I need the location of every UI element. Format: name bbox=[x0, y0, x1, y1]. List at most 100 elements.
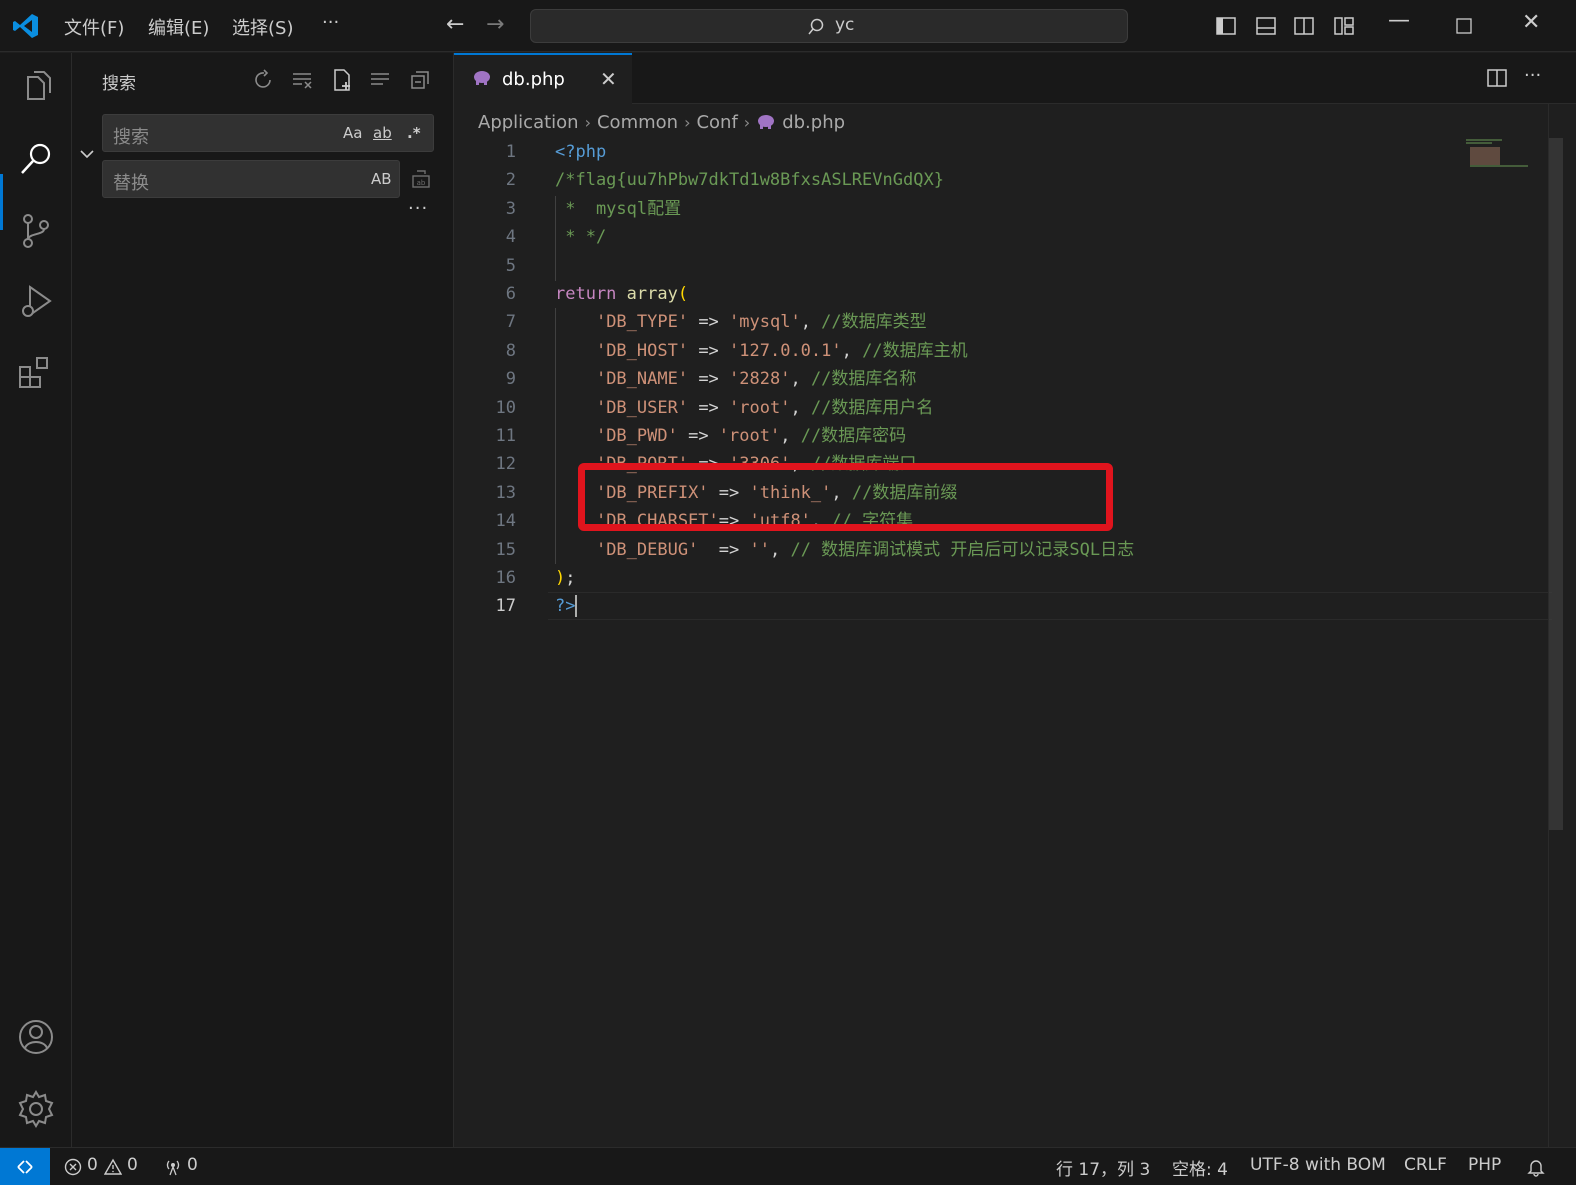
tab-db-php[interactable]: db.php ✕ bbox=[454, 53, 632, 104]
search-icon[interactable] bbox=[16, 139, 56, 179]
code-line[interactable]: 9 'DB_NAME' => '2828', //数据库名称 bbox=[454, 365, 1459, 393]
use-regex-toggle[interactable]: .* bbox=[407, 124, 421, 142]
notifications-bell-icon[interactable] bbox=[1526, 1157, 1546, 1177]
toggle-panel-icon[interactable] bbox=[1254, 14, 1278, 38]
code-line[interactable]: 8 'DB_HOST' => '127.0.0.1', //数据库主机 bbox=[454, 337, 1459, 365]
run-debug-icon[interactable] bbox=[16, 281, 56, 321]
code-line[interactable]: 10 'DB_USER' => 'root', //数据库用户名 bbox=[454, 394, 1459, 422]
code-editor[interactable]: 1 <?php 2 /*flag{uu7hPbw7dkTd1w8BfxsASLREVn… bbox=[454, 138, 1552, 1147]
ports-count[interactable]: 0 bbox=[187, 1155, 198, 1175]
toggle-primary-sidebar-icon[interactable] bbox=[1214, 14, 1238, 38]
code-token: ; bbox=[565, 568, 576, 588]
match-case-toggle[interactable]: Aa bbox=[343, 124, 362, 142]
code-token: <?php bbox=[555, 142, 607, 162]
indentation[interactable]: 空格: 4 bbox=[1172, 1155, 1228, 1180]
clear-results-icon[interactable] bbox=[290, 68, 314, 92]
line-number: 11 bbox=[495, 426, 516, 446]
view-as-tree-icon[interactable] bbox=[368, 68, 392, 92]
refresh-icon[interactable] bbox=[252, 68, 276, 92]
code-token: , bbox=[790, 397, 811, 418]
code-token: 'DB_TYPE' bbox=[595, 312, 689, 333]
code-token: , bbox=[841, 340, 863, 361]
close-window-icon[interactable]: ✕ bbox=[1522, 10, 1540, 35]
source-control-icon[interactable] bbox=[16, 211, 56, 251]
code-token: //数据库主机 bbox=[862, 340, 968, 361]
code-token: , bbox=[790, 369, 811, 390]
end-of-line[interactable]: CRLF bbox=[1404, 1155, 1447, 1175]
code-line[interactable]: 6 return array( bbox=[454, 280, 1459, 308]
breadcrumb-conf[interactable]: Conf bbox=[696, 112, 737, 133]
toggle-replace-chevron-icon[interactable] bbox=[78, 145, 96, 163]
line-number: 8 bbox=[505, 340, 516, 361]
tab-label: db.php bbox=[502, 69, 565, 90]
customize-layout-icon[interactable] bbox=[1332, 14, 1356, 38]
chevron-right-icon: › bbox=[584, 112, 591, 132]
warning-count[interactable]: 0 bbox=[127, 1155, 138, 1175]
text-cursor bbox=[575, 595, 578, 618]
code-line[interactable]: 2 /*flag{uu7hPbw7dkTd1w8BfxsASLREVnGdQX} bbox=[454, 166, 1459, 194]
code-line[interactable]: 15 'DB_DEBUG' => '', // 数据库调试模式 开启后可以记录S… bbox=[454, 536, 1459, 564]
command-center-search[interactable]: yc bbox=[530, 9, 1128, 43]
vertical-scrollbar[interactable] bbox=[1549, 138, 1563, 830]
code-line[interactable]: 17 ?> bbox=[454, 592, 1459, 620]
php-file-icon bbox=[474, 71, 490, 85]
code-token: => bbox=[688, 369, 730, 390]
file-encoding[interactable]: UTF-8 with BOM bbox=[1250, 1155, 1386, 1175]
line-number: 16 bbox=[495, 568, 516, 588]
back-arrow-icon[interactable]: ← bbox=[446, 12, 464, 37]
search-label: yc bbox=[835, 15, 855, 35]
line-number: 15 bbox=[495, 539, 516, 560]
preserve-case-toggle[interactable]: AB bbox=[371, 170, 392, 188]
explorer-icon[interactable] bbox=[16, 67, 56, 107]
line-number: 14 bbox=[495, 511, 516, 532]
code-line[interactable]: 7 'DB_TYPE' => 'mysql', //数据库类型 bbox=[454, 308, 1459, 336]
menu-edit[interactable]: 编辑(E) bbox=[148, 14, 209, 40]
extensions-icon[interactable] bbox=[16, 353, 56, 393]
close-tab-icon[interactable]: ✕ bbox=[600, 67, 617, 91]
activity-bar bbox=[0, 53, 72, 1147]
sidebar-title: 搜索 bbox=[102, 74, 136, 94]
code-token: 'DB_HOST' bbox=[595, 340, 689, 361]
replace-all-icon[interactable]: ab bbox=[410, 168, 432, 190]
error-count[interactable]: 0 bbox=[87, 1155, 98, 1175]
warning-icon[interactable] bbox=[104, 1158, 122, 1176]
breadcrumb-db-php[interactable]: db.php bbox=[782, 112, 845, 133]
more-actions-icon[interactable]: ··· bbox=[1524, 65, 1541, 86]
minimap[interactable] bbox=[1462, 138, 1532, 178]
replace-input[interactable]: 替换 AB bbox=[102, 160, 400, 198]
settings-gear-icon[interactable] bbox=[16, 1089, 56, 1129]
code-text: 'DB_PWD' => 'root', //数据库密码 bbox=[555, 422, 906, 450]
toggle-search-details[interactable]: ··· bbox=[408, 198, 428, 219]
split-editor-icon[interactable] bbox=[1486, 67, 1508, 89]
accounts-icon[interactable] bbox=[16, 1017, 56, 1057]
code-line[interactable]: 4 * */ bbox=[454, 223, 1459, 251]
code-token: '' bbox=[749, 539, 770, 560]
search-input[interactable]: 搜索 Aa ab .* bbox=[102, 114, 434, 152]
minimize-icon[interactable]: — bbox=[1388, 8, 1410, 33]
code-token: ) bbox=[555, 568, 566, 588]
menu-selection[interactable]: 选择(S) bbox=[232, 14, 293, 40]
toggle-secondary-sidebar-icon[interactable] bbox=[1292, 14, 1316, 38]
code-line[interactable]: 16); bbox=[454, 564, 1459, 592]
language-mode[interactable]: PHP bbox=[1468, 1155, 1501, 1175]
error-icon[interactable] bbox=[64, 1158, 82, 1176]
remote-indicator[interactable] bbox=[0, 1148, 50, 1185]
menu-more[interactable]: ··· bbox=[322, 12, 339, 33]
code-line[interactable]: 11 'DB_PWD' => 'root', //数据库密码 bbox=[454, 422, 1459, 450]
ports-broadcast-icon[interactable] bbox=[163, 1157, 183, 1177]
breadcrumb-application[interactable]: Application bbox=[478, 112, 579, 133]
menu-file[interactable]: 文件(F) bbox=[64, 14, 124, 40]
code-token: // 数据库调试模式 开启后可以记录SQL日志 bbox=[790, 539, 1135, 560]
collapse-all-icon[interactable] bbox=[408, 68, 432, 92]
cursor-position[interactable]: 行 17，列 3 bbox=[1056, 1155, 1150, 1180]
breadcrumb-common[interactable]: Common bbox=[597, 112, 678, 133]
line-number: 17 bbox=[495, 596, 516, 617]
new-search-editor-icon[interactable] bbox=[330, 68, 354, 92]
code-line[interactable]: 3 * mysql配置 bbox=[454, 195, 1459, 223]
match-whole-word-toggle[interactable]: ab bbox=[373, 124, 392, 142]
code-line[interactable]: 5 bbox=[454, 252, 1459, 280]
code-line[interactable]: 1 <?php bbox=[454, 138, 1459, 166]
forward-arrow-icon[interactable]: → bbox=[486, 12, 504, 37]
maximize-icon[interactable] bbox=[1456, 18, 1472, 34]
